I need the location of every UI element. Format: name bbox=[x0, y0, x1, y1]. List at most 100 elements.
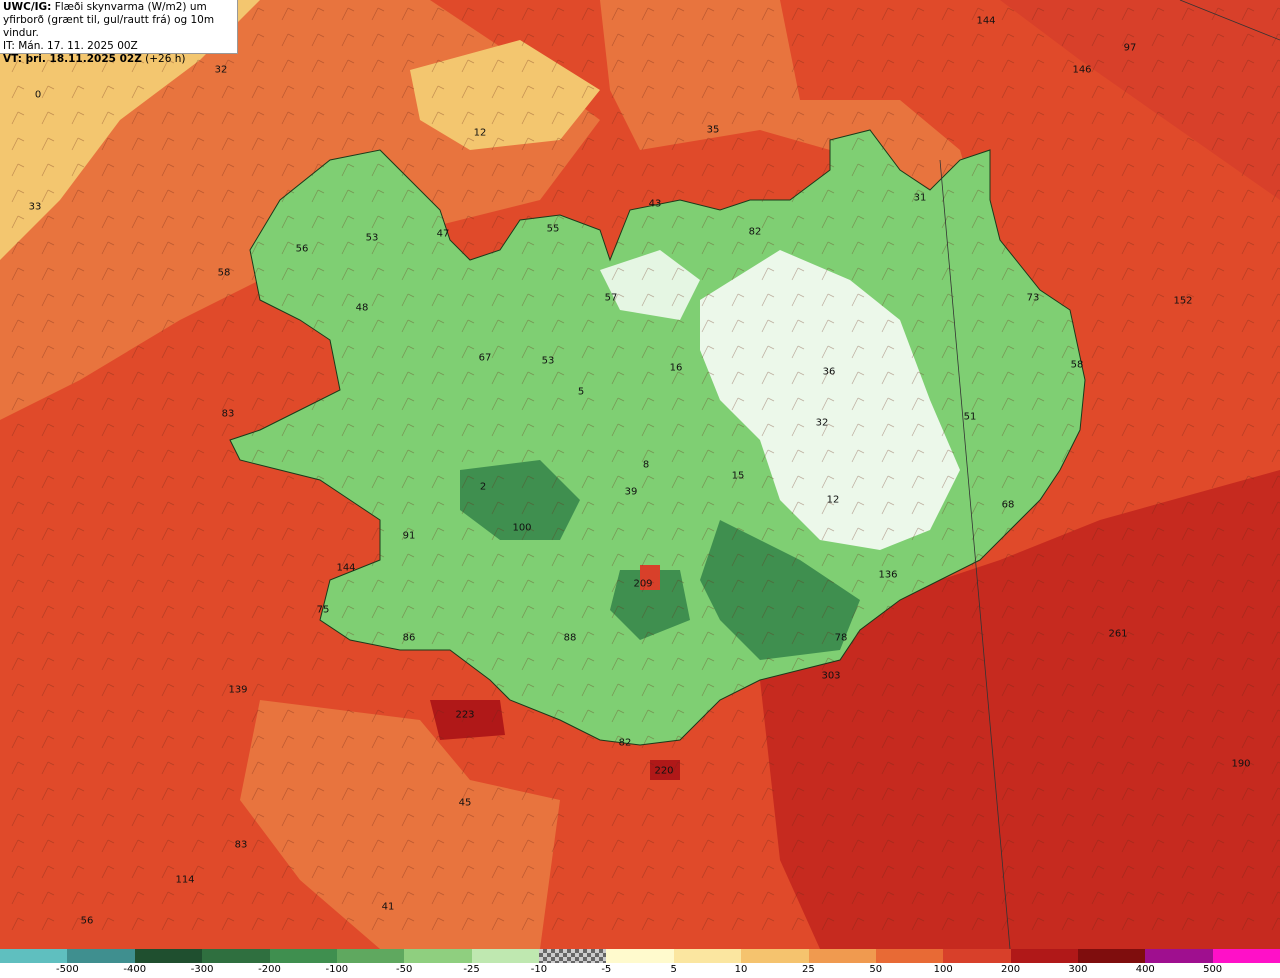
color-legend-swatch bbox=[202, 949, 270, 963]
map-value-label: 91 bbox=[402, 530, 416, 542]
map-title-box: UWC/IG: Flæði skynvarma (W/m2) um yfirbo… bbox=[0, 0, 238, 65]
map-value-label: 33 bbox=[28, 201, 42, 213]
color-legend-swatch bbox=[1145, 949, 1213, 963]
color-legend-swatch bbox=[134, 949, 203, 963]
map-value-label: 15 bbox=[731, 470, 745, 482]
title-line-4: VT: þri. 18.11.2025 02Z (+26 h) bbox=[3, 53, 186, 65]
map-value-label: 136 bbox=[878, 569, 898, 581]
color-legend-swatch bbox=[808, 949, 876, 963]
color-legend-tick: 200 bbox=[1000, 964, 1021, 975]
color-legend-tick: -500 bbox=[56, 964, 79, 975]
map-value-label: 32 bbox=[214, 64, 228, 76]
color-legend-tick: 300 bbox=[1068, 964, 1088, 975]
color-legend-swatch bbox=[471, 949, 539, 963]
map-value-label: 73 bbox=[1026, 292, 1040, 304]
color-legend-tick: -50 bbox=[396, 964, 413, 975]
map-value-label: 75 bbox=[316, 604, 330, 616]
color-legend-swatch bbox=[0, 949, 68, 963]
map-value-label: 88 bbox=[563, 632, 577, 644]
title-line-2: yfirborð (grænt til, gul/rautt frá) og 1… bbox=[3, 14, 215, 39]
title-line-3: IT: Mán. 17. 11. 2025 00Z bbox=[3, 40, 138, 52]
map-value-label: 114 bbox=[175, 874, 195, 886]
color-legend-swatch bbox=[336, 949, 405, 963]
map-value-label: 53 bbox=[541, 355, 555, 367]
map-value-label: 35 bbox=[706, 124, 720, 136]
map-value-label: 86 bbox=[402, 632, 416, 644]
map-value-label: 53 bbox=[365, 232, 379, 244]
title-line-1: UWC/IG: Flæði skynvarma (W/m2) um bbox=[3, 1, 207, 13]
map-value-label: 2 bbox=[479, 481, 487, 493]
map-value-label: 12 bbox=[826, 494, 840, 506]
map-value-label: 36 bbox=[822, 366, 836, 378]
color-legend-swatch bbox=[1078, 949, 1146, 963]
map-value-label: 51 bbox=[963, 411, 977, 423]
map-value-label: 45 bbox=[458, 797, 472, 809]
map-value-label: 223 bbox=[455, 709, 475, 721]
color-legend-tick: 500 bbox=[1203, 964, 1223, 975]
color-legend-tick: 25 bbox=[802, 964, 815, 975]
map-value-label: 8 bbox=[642, 459, 650, 471]
map-value-label: 146 bbox=[1072, 64, 1092, 76]
color-legend-swatch bbox=[606, 949, 674, 963]
color-legend-swatch bbox=[67, 949, 135, 963]
map-value-label: 67 bbox=[478, 352, 492, 364]
color-legend-swatches bbox=[0, 949, 1280, 963]
color-legend-tick: -200 bbox=[258, 964, 281, 975]
color-legend-tick: -400 bbox=[123, 964, 147, 975]
map-value-label: 220 bbox=[654, 765, 674, 777]
color-legend-swatch bbox=[875, 949, 944, 963]
color-legend: -500 -400 -300 -200 -100 -50 -25 -10 -5 5 10 25 50 10… bbox=[0, 949, 1280, 978]
map-value-label: 78 bbox=[834, 632, 848, 644]
sensible-heat-flux-map bbox=[0, 0, 1280, 949]
color-legend-tick: 400 bbox=[1135, 964, 1155, 975]
color-legend-swatch bbox=[404, 949, 472, 963]
color-legend-tick: -300 bbox=[190, 964, 214, 975]
map-value-label: 100 bbox=[512, 522, 532, 534]
map-value-label: 57 bbox=[604, 292, 618, 304]
map-value-label: 55 bbox=[546, 223, 560, 235]
map-value-label: 5 bbox=[577, 386, 585, 398]
map-value-label: 32 bbox=[815, 417, 829, 429]
map-value-label: 190 bbox=[1231, 758, 1251, 770]
map-value-label: 16 bbox=[669, 362, 683, 374]
color-legend-tick: -25 bbox=[463, 964, 480, 975]
map-value-label: 48 bbox=[355, 302, 369, 314]
map-value-label: 12 bbox=[473, 127, 487, 139]
map-value-label: 144 bbox=[336, 562, 356, 574]
map-value-label: 47 bbox=[436, 228, 450, 240]
map-value-label: 83 bbox=[221, 408, 235, 420]
map-value-label: 56 bbox=[295, 243, 309, 255]
map-value-label: 0 bbox=[34, 89, 42, 101]
map-value-label: 58 bbox=[217, 267, 231, 279]
map-value-label: 31 bbox=[913, 192, 927, 204]
map-value-label: 68 bbox=[1001, 499, 1015, 511]
color-legend-swatch bbox=[1212, 949, 1280, 963]
map-value-label: 139 bbox=[228, 684, 248, 696]
map-value-label: 209 bbox=[633, 578, 653, 590]
map-value-label: 41 bbox=[381, 901, 395, 913]
map-value-label: 39 bbox=[624, 486, 638, 498]
map-stage: UWC/IG: Flæði skynvarma (W/m2) um yfirbo… bbox=[0, 0, 1280, 978]
map-value-label: 82 bbox=[748, 226, 762, 238]
color-legend-tick: 100 bbox=[933, 964, 953, 975]
color-legend-swatch bbox=[741, 949, 809, 963]
map-value-label: 43 bbox=[648, 198, 662, 210]
map-value-label: 144 bbox=[976, 15, 996, 27]
map-value-label: 56 bbox=[80, 915, 94, 927]
color-legend-swatch bbox=[269, 949, 337, 963]
color-legend-tick: 50 bbox=[869, 964, 883, 975]
map-value-label: 97 bbox=[1123, 42, 1137, 54]
map-value-label: 261 bbox=[1108, 628, 1128, 640]
map-value-label: 83 bbox=[234, 839, 248, 851]
color-legend-tick: 10 bbox=[734, 964, 748, 975]
color-legend-swatch bbox=[943, 949, 1011, 963]
color-legend-tick: -10 bbox=[530, 964, 548, 975]
color-legend-swatch bbox=[1010, 949, 1078, 963]
color-legend-tick: -100 bbox=[325, 964, 349, 975]
map-value-label: 58 bbox=[1070, 359, 1084, 371]
map-value-label: 152 bbox=[1173, 295, 1193, 307]
map-value-label: 303 bbox=[821, 670, 841, 682]
color-legend-tick: -5 bbox=[601, 964, 612, 975]
color-legend-tick: 5 bbox=[670, 964, 677, 975]
color-legend-swatch bbox=[673, 949, 742, 963]
